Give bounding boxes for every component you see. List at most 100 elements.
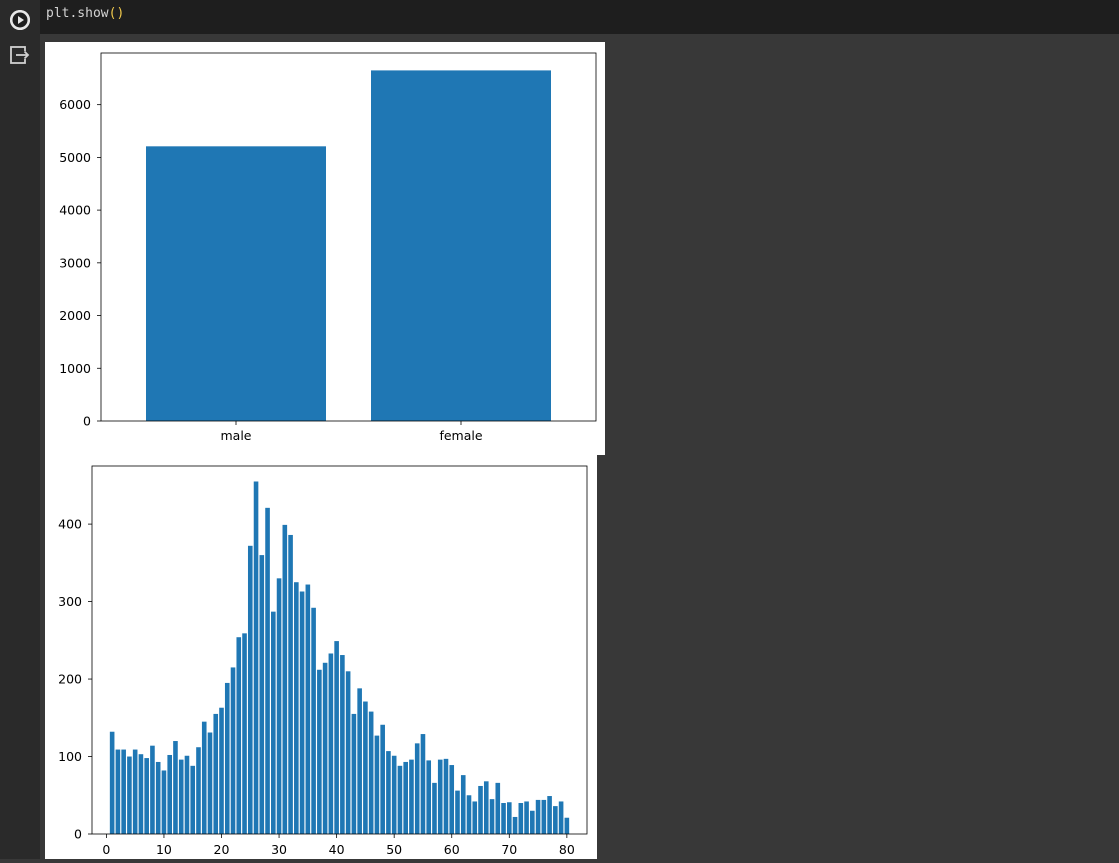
bar-age-20 bbox=[219, 707, 224, 834]
bar-age-50 bbox=[391, 755, 397, 834]
bar-age-16 bbox=[196, 747, 201, 834]
y-tick-label: 100 bbox=[58, 749, 82, 764]
bar-age-11 bbox=[167, 754, 173, 834]
play-icon bbox=[10, 10, 30, 30]
cell-gutter bbox=[0, 0, 40, 859]
bar-age-41 bbox=[340, 655, 345, 834]
x-tick-label: male bbox=[221, 428, 252, 443]
bar-age-65 bbox=[478, 785, 483, 834]
bar-age-9 bbox=[155, 761, 161, 834]
bar-age-60 bbox=[449, 765, 455, 834]
bar-age-29 bbox=[271, 611, 276, 834]
x-tick-label: 80 bbox=[559, 842, 575, 857]
x-tick-label: 40 bbox=[329, 842, 345, 857]
bar-age-22 bbox=[230, 667, 236, 834]
bar-age-2 bbox=[115, 749, 121, 834]
y-tick-label: 1000 bbox=[59, 361, 91, 376]
bar-age-31 bbox=[282, 524, 288, 834]
y-tick-label: 2000 bbox=[59, 308, 91, 323]
bar-age-49 bbox=[386, 751, 391, 834]
bar-male bbox=[146, 146, 326, 421]
bar-age-6 bbox=[138, 754, 144, 834]
y-tick-label: 5000 bbox=[59, 150, 91, 165]
bar-age-30 bbox=[276, 578, 282, 834]
bar-age-39 bbox=[328, 653, 334, 834]
bar-age-1 bbox=[109, 731, 115, 834]
x-tick-label: 60 bbox=[444, 842, 460, 857]
x-tick-label: 20 bbox=[214, 842, 230, 857]
bar-age-21 bbox=[224, 682, 230, 834]
bar-age-76 bbox=[541, 799, 547, 834]
bar-age-36 bbox=[311, 607, 316, 834]
bar-age-71 bbox=[512, 816, 518, 834]
y-tick-label: 400 bbox=[58, 517, 82, 532]
y-tick-label: 0 bbox=[83, 414, 91, 429]
bar-age-4 bbox=[127, 756, 132, 834]
bar-age-40 bbox=[334, 641, 339, 834]
gender-bar-chart-svg: male female 0 1000 2000 3000 4000 5000 6000 bbox=[59, 52, 597, 443]
bar-age-33 bbox=[294, 582, 299, 834]
bar-age-78 bbox=[553, 806, 558, 834]
bar-age-14 bbox=[184, 755, 190, 834]
bar-age-67 bbox=[489, 799, 495, 834]
bar-age-58 bbox=[437, 759, 443, 834]
y-tick-label: 200 bbox=[58, 672, 82, 687]
bar-age-5 bbox=[132, 749, 138, 834]
bar-age-62 bbox=[460, 775, 466, 834]
bar-age-54 bbox=[414, 743, 420, 834]
bar-age-80 bbox=[564, 817, 570, 834]
code-line[interactable]: plt.show() bbox=[46, 6, 124, 21]
y-tick-label: 6000 bbox=[59, 97, 91, 112]
x-tick-label: female bbox=[439, 428, 482, 443]
bar-age-61 bbox=[455, 790, 460, 834]
x-tick-label: 50 bbox=[386, 842, 402, 857]
bar-age-15 bbox=[190, 765, 196, 834]
bar-age-68 bbox=[495, 782, 501, 834]
code-cell[interactable]: plt.show() bbox=[40, 0, 1119, 34]
age-bar-chart-svg: 0 10 20 30 40 50 60 70 80 0 100 200 300 400 bbox=[58, 465, 588, 857]
bar-age-27 bbox=[259, 555, 265, 834]
bar-age-24 bbox=[242, 633, 247, 834]
bar-age-17 bbox=[201, 721, 207, 834]
bar-age-34 bbox=[299, 591, 305, 834]
gender-bar-chart: male female 0 1000 2000 3000 4000 5000 6000 bbox=[45, 42, 605, 455]
bar-age-53 bbox=[409, 759, 414, 834]
x-tick-label: 70 bbox=[501, 842, 517, 857]
bar-age-59 bbox=[443, 758, 449, 834]
bar-age-26 bbox=[253, 481, 259, 834]
bar-age-45 bbox=[363, 701, 368, 834]
bar-age-47 bbox=[374, 735, 380, 834]
bar-age-77 bbox=[547, 796, 552, 834]
bar-age-3 bbox=[121, 749, 126, 834]
output-exit-icon[interactable] bbox=[9, 44, 31, 66]
bar-age-37 bbox=[317, 669, 322, 834]
bar-age-52 bbox=[403, 761, 408, 834]
bar-age-19 bbox=[213, 713, 219, 834]
y-tick-label: 300 bbox=[58, 594, 82, 609]
bar-age-66 bbox=[483, 781, 489, 834]
x-tick-label: 30 bbox=[271, 842, 287, 857]
bar-age-57 bbox=[432, 782, 437, 834]
bar-age-18 bbox=[207, 732, 213, 834]
y-tick-label: 4000 bbox=[59, 203, 91, 218]
bar-age-43 bbox=[351, 713, 357, 834]
bar-age-28 bbox=[265, 507, 270, 834]
bar-age-42 bbox=[345, 671, 351, 834]
bar-age-32 bbox=[288, 534, 293, 834]
run-cell-button[interactable] bbox=[10, 10, 30, 30]
bar-age-63 bbox=[466, 795, 472, 834]
bar-age-46 bbox=[368, 711, 374, 834]
bar-age-13 bbox=[178, 759, 184, 834]
x-tick-label: 10 bbox=[156, 842, 172, 857]
bar-age-73 bbox=[524, 801, 529, 834]
bar-age-44 bbox=[357, 688, 362, 834]
bar-age-48 bbox=[380, 724, 385, 834]
bar-age-56 bbox=[426, 760, 432, 834]
bar-age-25 bbox=[247, 545, 253, 834]
code-text: plt.show bbox=[46, 6, 109, 21]
bar-age-64 bbox=[472, 801, 478, 834]
bar-age-55 bbox=[420, 734, 426, 834]
bar-age-12 bbox=[173, 741, 178, 834]
bar-age-8 bbox=[150, 745, 155, 834]
bar-age-72 bbox=[518, 803, 524, 834]
